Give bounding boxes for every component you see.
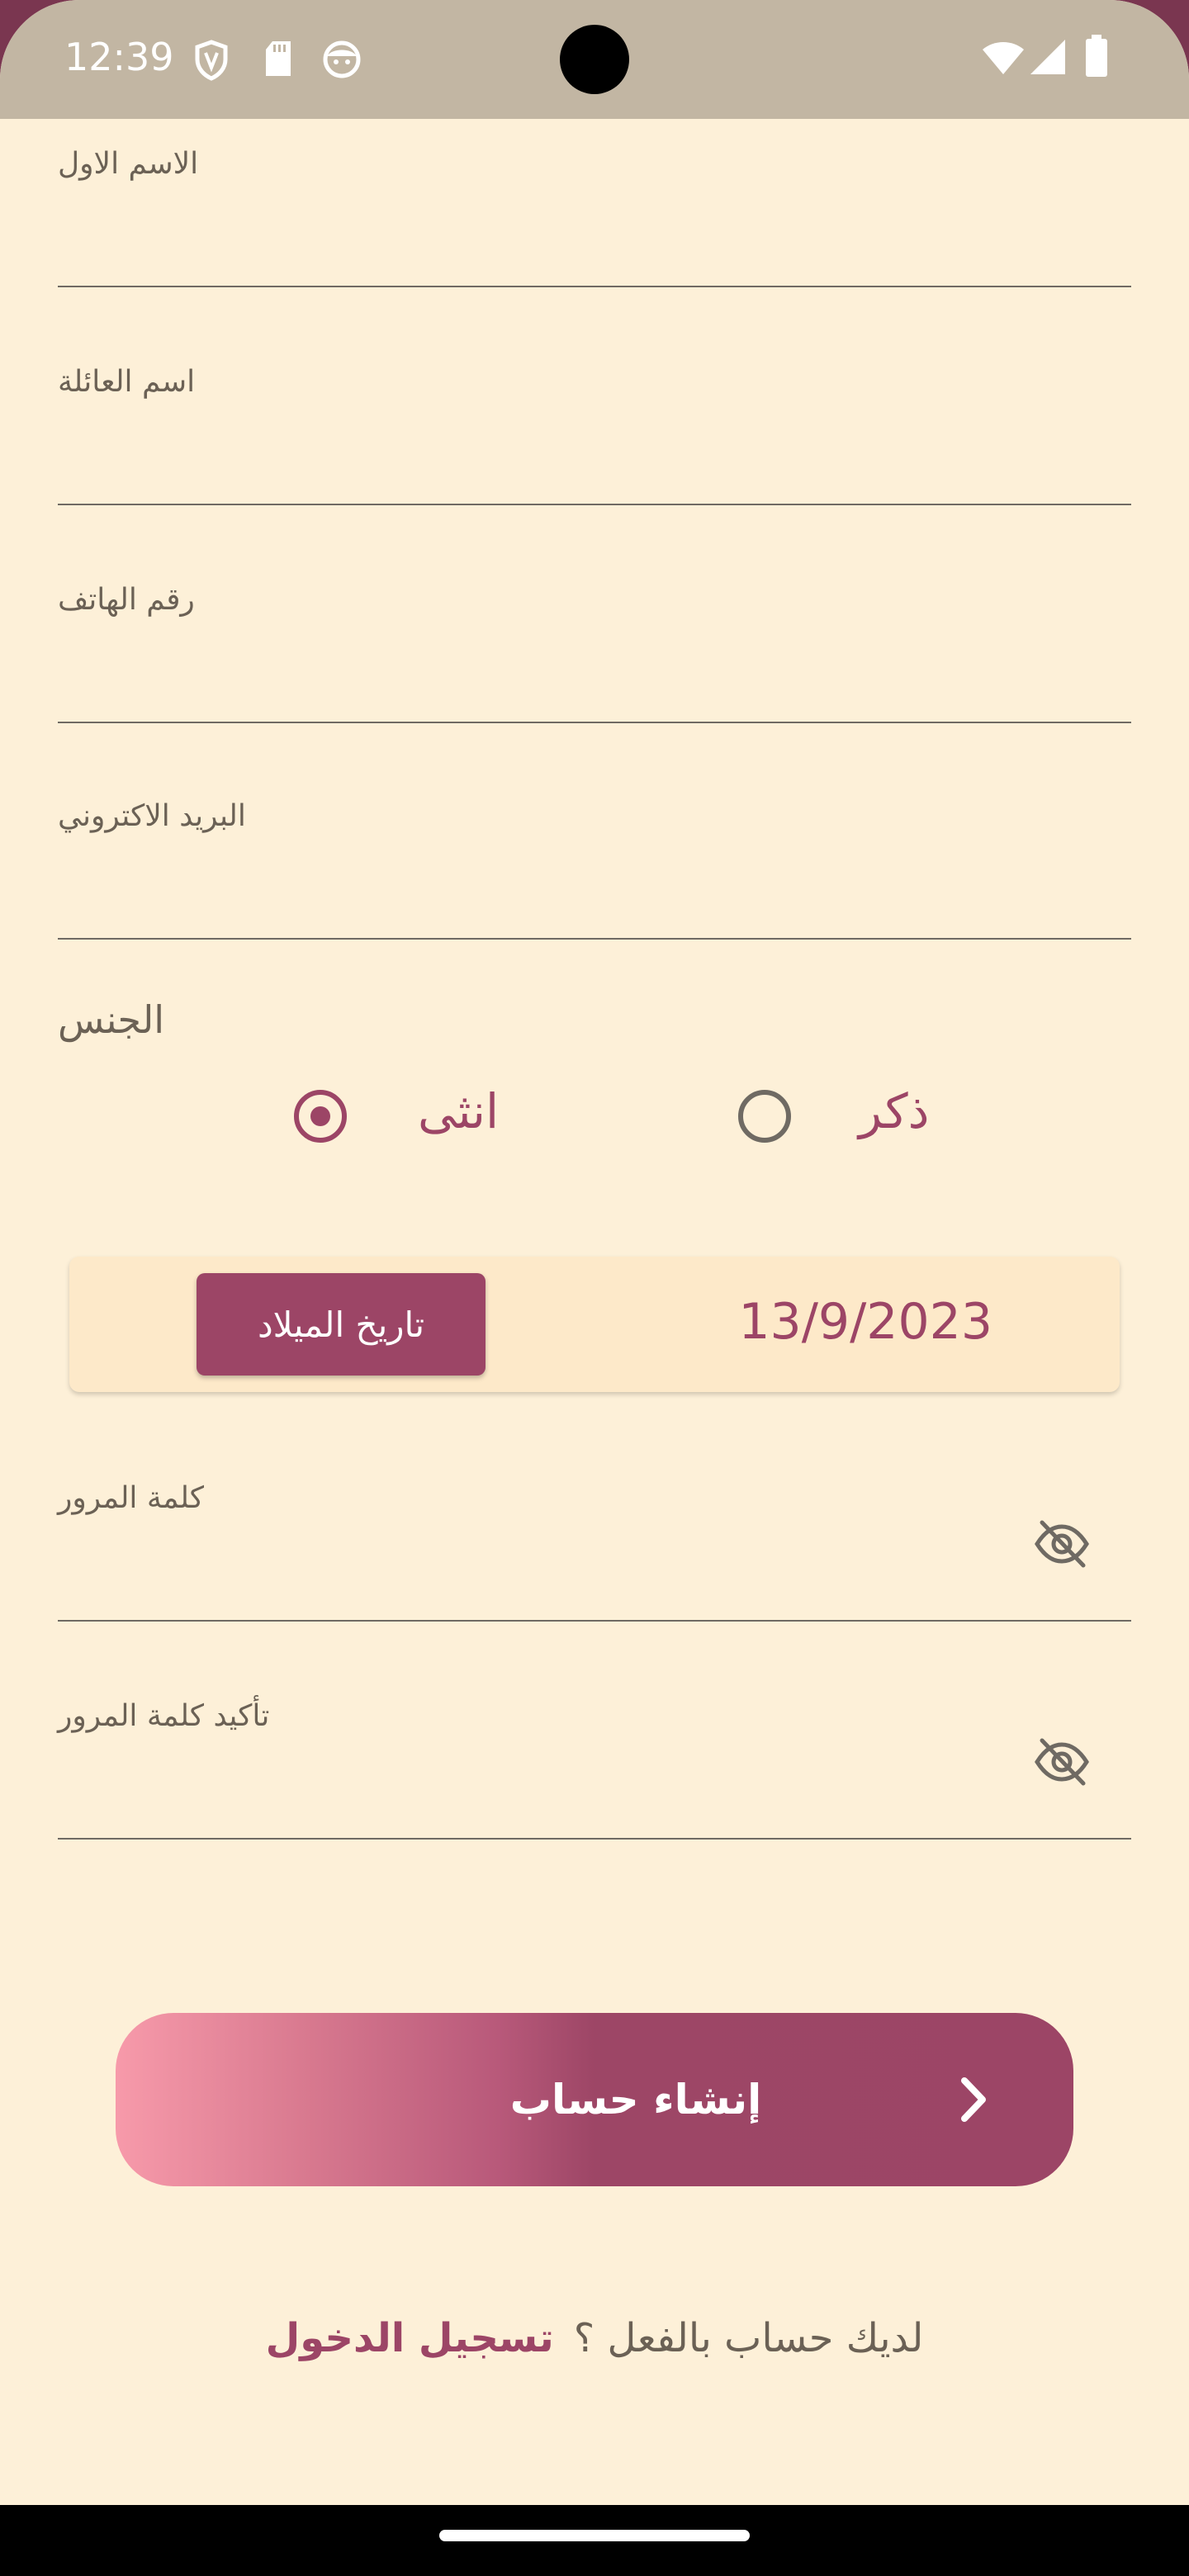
- phone-input[interactable]: [58, 649, 1131, 707]
- wifi-icon: [983, 42, 1024, 74]
- birth-date-value: 13/9/2023: [738, 1293, 992, 1351]
- gender-label: الجنس: [58, 997, 165, 1042]
- gender-option-female[interactable]: انثى: [292, 1082, 507, 1151]
- confirm-password-field[interactable]: تأكيد كلمة المرور: [58, 1699, 1131, 1841]
- navigation-bar: [0, 2505, 1189, 2576]
- gender-female-label: انثى: [418, 1083, 500, 1139]
- signal-icon: [1030, 40, 1065, 74]
- birth-date-button[interactable]: تاريخ الميلاد: [197, 1273, 486, 1376]
- sd-card-icon: [266, 41, 291, 76]
- last-name-underline: [58, 504, 1131, 505]
- email-input[interactable]: [58, 865, 1131, 923]
- confirm-password-input[interactable]: [58, 1765, 1032, 1823]
- chevron-right-icon: [961, 2077, 986, 2122]
- status-bar: 12:39: [0, 0, 1189, 119]
- confirm-password-underline: [58, 1838, 1131, 1840]
- first-name-label: الاسم الاول: [58, 147, 199, 181]
- password-underline: [58, 1620, 1131, 1622]
- confirm-password-label: تأكيد كلمة المرور: [58, 1699, 270, 1733]
- email-field[interactable]: البريد الاكتروني: [58, 799, 1131, 941]
- battery-icon: [1086, 35, 1107, 77]
- app-screen: 12:39 الاسم الاول اسم العائلة رقم الهاتف…: [0, 0, 1189, 2576]
- face-icon: [323, 40, 361, 78]
- home-gesture-handle[interactable]: [439, 2530, 750, 2541]
- radio-female-dot: [310, 1106, 330, 1126]
- first-name-input[interactable]: [58, 213, 1131, 271]
- status-time: 12:39: [64, 35, 174, 79]
- visibility-off-icon[interactable]: [1032, 1732, 1092, 1792]
- visibility-off-icon[interactable]: [1032, 1514, 1092, 1574]
- last-name-field[interactable]: اسم العائلة: [58, 365, 1131, 507]
- gender-option-male[interactable]: ذكر: [735, 1082, 950, 1151]
- create-account-button[interactable]: إنشاء حساب: [116, 2013, 1073, 2186]
- first-name-field[interactable]: الاسم الاول: [58, 147, 1131, 289]
- password-input[interactable]: [58, 1547, 1032, 1605]
- radio-male-circle[interactable]: [738, 1090, 791, 1143]
- phone-field[interactable]: رقم الهاتف: [58, 583, 1131, 725]
- shield-icon: [195, 40, 228, 81]
- password-field[interactable]: كلمة المرور: [58, 1481, 1131, 1623]
- first-name-underline: [58, 286, 1131, 287]
- login-question: لديك حساب بالفعل ؟: [573, 2315, 924, 2361]
- phone-underline: [58, 722, 1131, 723]
- password-label: كلمة المرور: [58, 1481, 205, 1515]
- gender-male-label: ذكر: [859, 1083, 930, 1139]
- last-name-input[interactable]: [58, 431, 1131, 489]
- radio-female-circle[interactable]: [294, 1090, 347, 1143]
- login-row: لديك حساب بالفعل ؟ تسجيل الدخول: [0, 2305, 1189, 2371]
- birth-date-card: تاريخ الميلاد 13/9/2023: [69, 1257, 1120, 1392]
- last-name-label: اسم العائلة: [58, 365, 196, 399]
- email-label: البريد الاكتروني: [58, 799, 246, 833]
- camera-cutout: [560, 25, 629, 94]
- phone-label: رقم الهاتف: [58, 583, 195, 617]
- create-account-label: إنشاء حساب: [509, 2076, 762, 2124]
- login-link[interactable]: تسجيل الدخول: [266, 2315, 554, 2361]
- email-underline: [58, 938, 1131, 940]
